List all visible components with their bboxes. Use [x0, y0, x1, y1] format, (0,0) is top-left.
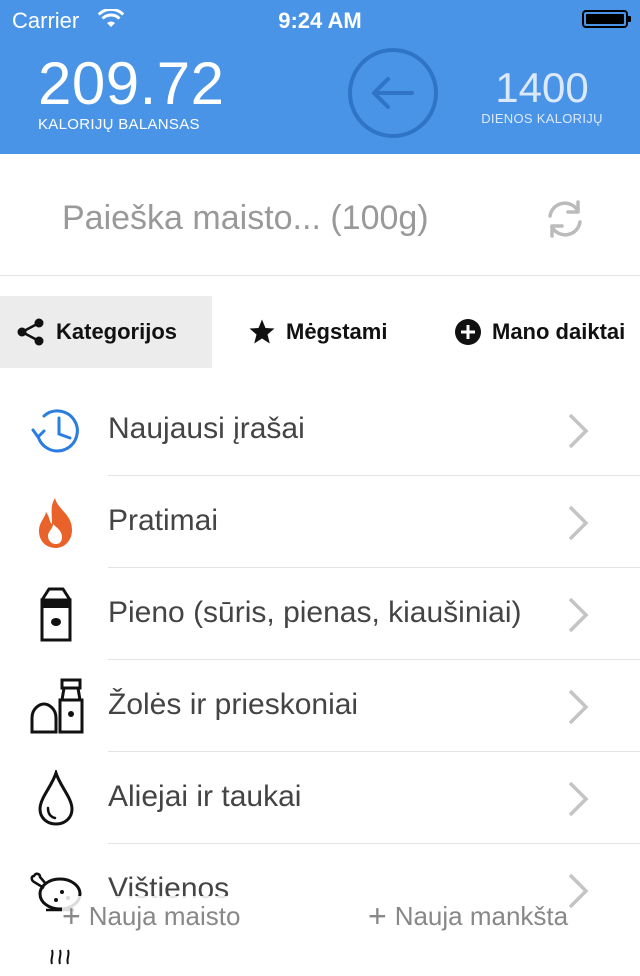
tab-favorites[interactable]: Mėgstami	[248, 296, 387, 368]
tab-categories[interactable]: Kategorijos	[0, 296, 212, 368]
chevron-right-icon	[568, 597, 589, 633]
daily-calories: 1400 DIENOS KALORIJŲ	[472, 64, 612, 127]
star-icon	[248, 318, 276, 346]
plus-icon: +	[368, 897, 387, 934]
plus-icon: +	[62, 897, 81, 934]
tab-my-items[interactable]: Mano daiktai	[454, 296, 625, 368]
balance-value: 209.72	[38, 50, 225, 117]
category-label: Žolės ir prieskoniai	[108, 688, 359, 721]
arrow-left-icon	[372, 77, 414, 109]
new-food-button[interactable]: + Nauja maisto	[62, 896, 241, 936]
share-icon	[16, 317, 46, 347]
plus-circle-icon	[454, 318, 482, 346]
chevron-right-icon	[568, 413, 589, 449]
category-tabs: Kategorijos Mėgstami Mano daiktai	[0, 296, 640, 368]
category-label: Pieno (sūris, pienas, kiaušiniai)	[108, 596, 522, 629]
battery-icon	[582, 10, 631, 28]
oil-drop-icon	[38, 770, 74, 826]
list-item[interactable]: Aliejai ir taukai	[0, 752, 640, 844]
status-bar: Carrier 9:24 AM	[0, 0, 640, 40]
refresh-icon[interactable]	[540, 194, 590, 244]
list-item[interactable]: Pratimai	[0, 476, 640, 568]
list-item-partial	[0, 936, 640, 976]
header-bar: Carrier 9:24 AM 209.72 KALORIJŲ BALANSAS…	[0, 0, 640, 154]
tab-label: Mano daiktai	[492, 319, 626, 344]
chevron-right-icon	[568, 505, 589, 541]
list-item[interactable]: Naujausi įrašai	[0, 384, 640, 476]
status-time: 9:24 AM	[278, 8, 362, 33]
daily-label: DIENOS KALORIJŲ	[481, 111, 603, 126]
tab-label: Kategorijos	[56, 319, 178, 344]
new-exercise-label: Nauja mankšta	[394, 900, 569, 931]
flame-icon	[39, 498, 72, 548]
clock-history-icon	[31, 409, 79, 453]
calorie-balance: 209.72 KALORIJŲ BALANSAS	[38, 50, 225, 134]
tab-label: Mėgstami	[286, 319, 388, 344]
steam-icon	[50, 949, 70, 965]
category-label: Aliejai ir taukai	[108, 780, 302, 813]
salt-pepper-icon	[30, 678, 84, 734]
list-item[interactable]: Žolės ir prieskoniai	[0, 660, 640, 752]
new-food-label: Nauja maisto	[88, 900, 241, 931]
balance-label: KALORIJŲ BALANSAS	[38, 116, 200, 133]
milk-carton-icon	[40, 587, 72, 642]
chevron-right-icon	[568, 689, 589, 725]
category-label: Pratimai	[108, 504, 219, 537]
daily-value: 1400	[495, 64, 589, 111]
chevron-right-icon	[568, 873, 589, 909]
search-bar	[0, 154, 640, 276]
search-input[interactable]	[60, 192, 504, 244]
chevron-right-icon	[568, 781, 589, 817]
new-exercise-button[interactable]: + Nauja mankšta	[368, 896, 569, 936]
back-arrow-button[interactable]	[348, 48, 438, 138]
category-list: Naujausi įrašai Pratimai Pieno (sūris, p…	[0, 384, 640, 976]
category-label: Naujausi įrašai	[108, 412, 305, 445]
list-item[interactable]: Pieno (sūris, pienas, kiaušiniai)	[0, 568, 640, 660]
